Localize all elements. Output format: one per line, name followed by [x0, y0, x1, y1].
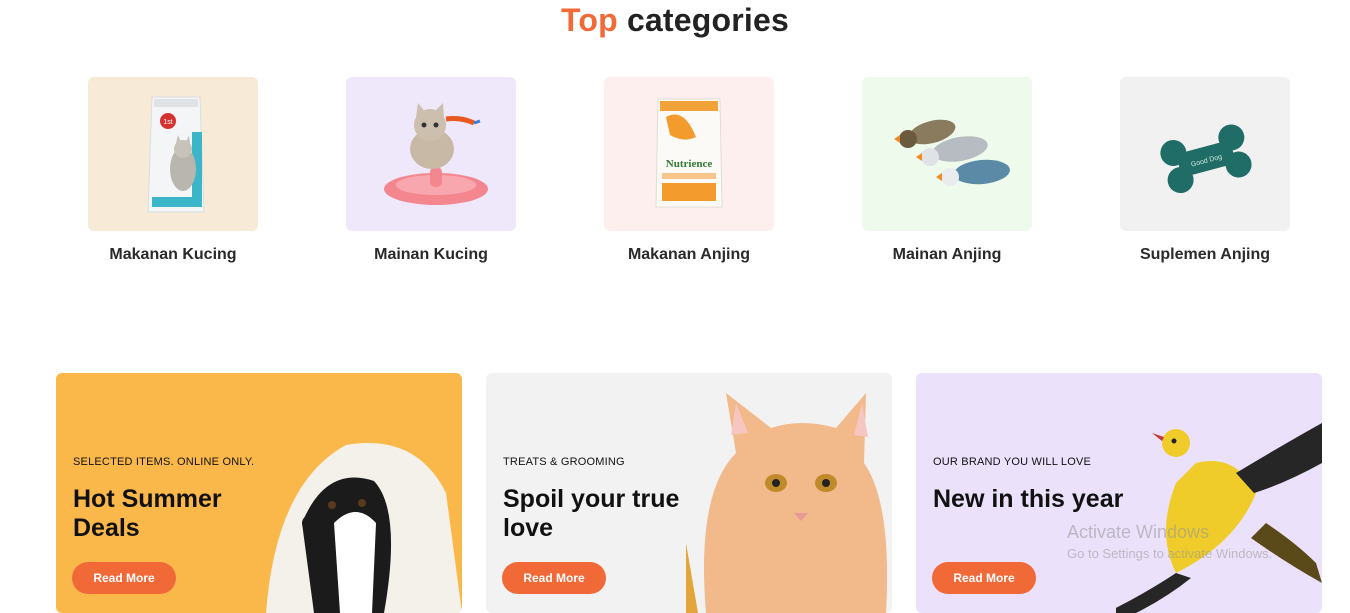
category-label: Mainan Anjing — [892, 246, 1002, 263]
read-more-button[interactable]: Read More — [932, 562, 1036, 594]
promo-banner-hot-summer-deals: SELECTED ITEMS. ONLINE ONLY. Hot Summer … — [56, 373, 462, 613]
category-card-makanan-anjing[interactable]: Nutrience Makanan Anjing — [604, 77, 774, 264]
read-more-button[interactable]: Read More — [72, 562, 176, 594]
cat-toy-icon — [384, 103, 488, 205]
promo-banner-spoil-your-true-love: TREATS & GROOMING Spoil your true love R… — [486, 373, 892, 613]
category-image-tile: Good Dog — [1120, 77, 1290, 231]
section-title-rest: categories — [626, 2, 790, 38]
banner-kicker: TREATS & GROOMING — [503, 456, 625, 468]
yellow-bird-image — [1116, 423, 1322, 613]
category-image-tile: Nutrience — [604, 77, 774, 231]
watermark-line-2: Go to Settings to activate Windows. — [1067, 546, 1273, 561]
watermark-line-1: Activate Windows — [1067, 522, 1210, 542]
banner-kicker: OUR BRAND YOU WILL LOVE — [933, 456, 1092, 468]
svg-text:1st: 1st — [163, 119, 172, 126]
bone-toy-icon: Good Dog — [1160, 124, 1252, 194]
section-title: Top categories — [0, 2, 1350, 39]
category-card-makanan-kucing[interactable]: 1st Makanan Kucing — [88, 77, 258, 264]
category-image-tile — [862, 77, 1032, 231]
banner-headline: Spoil your true love — [503, 485, 680, 542]
category-card-suplemen-anjing[interactable]: Good Dog Suplemen Anjing — [1120, 77, 1290, 264]
category-card-mainan-anjing[interactable]: Mainan Anjing — [862, 77, 1032, 264]
cat-food-bag-icon: 1st — [147, 96, 205, 213]
banner-headline: New in this year — [933, 485, 1124, 513]
duck-toys-icon — [894, 119, 1010, 186]
category-image-tile: 1st — [88, 77, 258, 231]
orange-cat-image — [686, 393, 888, 613]
category-label: Mainan Kucing — [374, 246, 488, 263]
read-more-button[interactable]: Read More — [502, 562, 606, 594]
windows-activation-watermark: Activate Windows Go to Settings to activ… — [1067, 522, 1272, 561]
svg-text:Nutrience: Nutrience — [666, 158, 713, 170]
category-label: Suplemen Anjing — [1139, 246, 1271, 263]
category-label: Makanan Kucing — [109, 246, 237, 263]
category-card-mainan-kucing[interactable]: Mainan Kucing — [346, 77, 516, 264]
category-image-tile — [346, 77, 516, 231]
banner-headline: Hot Summer Deals — [73, 485, 222, 542]
section-title-accent: Top — [560, 2, 618, 38]
banner-kicker: SELECTED ITEMS. ONLINE ONLY. — [73, 456, 255, 468]
dog-food-bag-icon: Nutrience — [655, 98, 723, 208]
promo-banner-new-in-this-year: OUR BRAND YOU WILL LOVE New in this year… — [916, 373, 1322, 613]
category-label: Makanan Anjing — [627, 246, 751, 263]
